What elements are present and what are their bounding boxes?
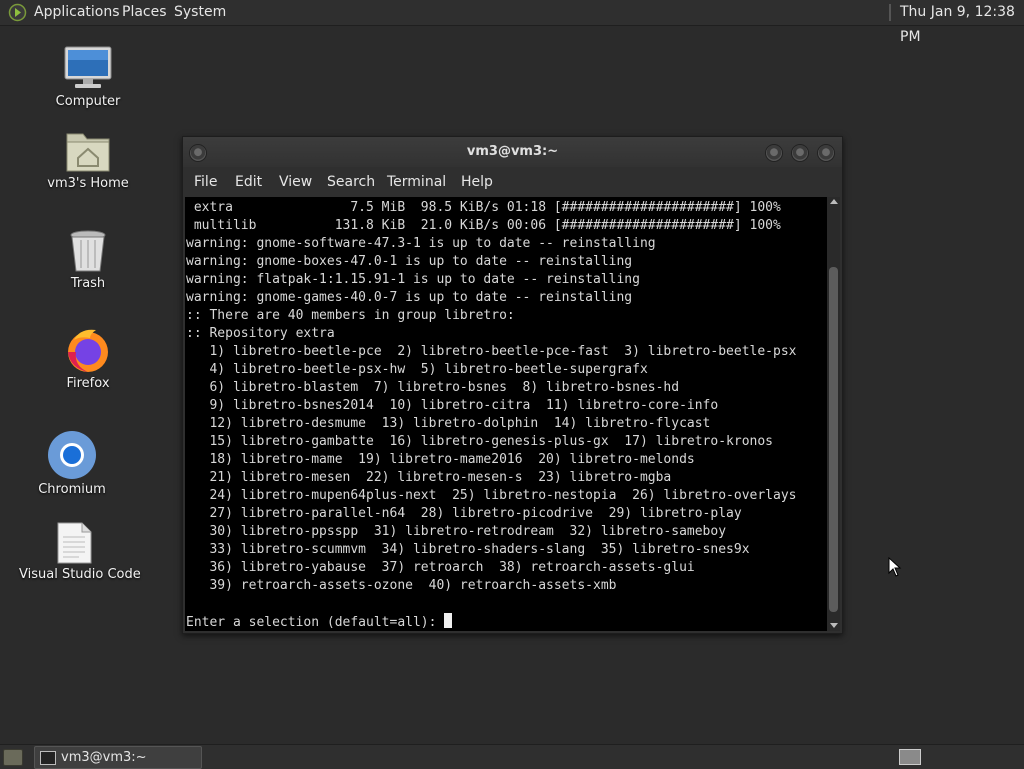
maximize-button[interactable]: [791, 144, 809, 162]
menu-help[interactable]: Help: [461, 167, 493, 197]
terminal-menubar: File Edit View Search Terminal Help: [183, 167, 842, 197]
workspace-switcher[interactable]: [899, 749, 921, 765]
terminal-line: 12) libretro-desmume 13) libretro-dolphi…: [209, 416, 711, 431]
applications-menu-icon[interactable]: [8, 3, 27, 22]
terminal-line: 21) libretro-mesen 22) libretro-mesen-s …: [209, 470, 672, 485]
window-titlebar[interactable]: vm3@vm3:~: [183, 137, 842, 167]
desktop-icon-trash[interactable]: Trash: [33, 228, 143, 291]
terminal-line: 36) libretro-yabause 37) retroarch 38) r…: [209, 560, 695, 575]
applications-menu[interactable]: Applications: [34, 0, 120, 25]
terminal-line: warning: gnome-software-47.3-1 is up to …: [186, 236, 656, 251]
terminal-line: warning: gnome-boxes-47.0-1 is up to dat…: [186, 254, 633, 269]
terminal-line: 1) libretro-beetle-pce 2) libretro-beetl…: [209, 344, 797, 359]
chromium-icon: [48, 431, 96, 479]
terminal-prompt: Enter a selection (default=all):: [186, 615, 445, 630]
desktop-icon-label: vm3's Home: [47, 176, 129, 191]
system-menu[interactable]: System: [174, 0, 226, 25]
menu-view[interactable]: View: [279, 167, 312, 197]
terminal-line: extra 7.5 MiB 98.5 KiB/s 01:18 [########…: [193, 200, 781, 215]
bottom-panel: vm3@vm3:~: [0, 744, 1024, 769]
scrollbar-thumb[interactable]: [829, 267, 838, 612]
terminal-line: 27) libretro-parallel-n64 28) libretro-p…: [209, 506, 742, 521]
terminal-line: :: There are 40 members in group libretr…: [186, 308, 515, 323]
terminal-lines: extra 7.5 MiB 98.5 KiB/s 01:18 [########…: [186, 200, 796, 593]
desktop-icon-label: Computer: [55, 94, 121, 109]
terminal-line: :: Repository extra: [186, 326, 335, 341]
minimize-button[interactable]: [765, 144, 783, 162]
scroll-down-arrow-icon[interactable]: [830, 623, 838, 628]
terminal-icon: [40, 751, 56, 765]
terminal-text: extra 7.5 MiB 98.5 KiB/s 01:18 [########…: [185, 197, 827, 631]
top-panel: Applications Places System Thu Jan 9, 12…: [0, 0, 1024, 45]
desktop-icon-label: Chromium: [38, 482, 106, 497]
scroll-up-arrow-icon[interactable]: [830, 199, 838, 204]
home-folder-icon: [66, 133, 110, 172]
terminal-window: vm3@vm3:~ File Edit View Search Terminal…: [182, 136, 843, 634]
mouse-pointer-icon: [888, 557, 902, 577]
taskbar-window-button[interactable]: vm3@vm3:~: [34, 746, 202, 769]
document-icon: [57, 522, 92, 564]
terminal-line: warning: gnome-games-40.0-7 is up to dat…: [186, 290, 633, 305]
desktop-icon-vscode[interactable]: Visual Studio Code: [19, 521, 141, 582]
terminal-line: 24) libretro-mupen64plus-next 25) libret…: [209, 488, 797, 503]
menu-search[interactable]: Search: [327, 167, 375, 197]
clock[interactable]: Thu Jan 9, 12:38 PM: [900, 0, 1024, 50]
menu-file[interactable]: File: [194, 167, 217, 197]
desktop-icon-firefox[interactable]: Firefox: [33, 326, 143, 391]
show-desktop-icon[interactable]: [3, 749, 23, 766]
menu-terminal[interactable]: Terminal: [387, 167, 446, 197]
desktop-icon-home[interactable]: vm3's Home: [33, 128, 143, 191]
window-title: vm3@vm3:~: [466, 144, 559, 159]
terminal-scrollbar[interactable]: [827, 197, 840, 631]
terminal-line: 33) libretro-scummvm 34) libretro-shader…: [209, 542, 750, 557]
computer-icon: [64, 46, 112, 88]
desktop-icon-label: Firefox: [66, 376, 110, 391]
terminal-line: 9) libretro-bsnes2014 10) libretro-citra…: [209, 398, 719, 413]
terminal-line: 39) retroarch-assets-ozone 40) retroarch…: [209, 578, 617, 593]
trash-icon: [70, 230, 106, 272]
close-button[interactable]: [817, 144, 835, 162]
desktop-icon-label: Visual Studio Code: [19, 567, 141, 582]
places-menu[interactable]: Places: [122, 0, 167, 25]
terminal-line: warning: flatpak-1:1.15.91-1 is up to da…: [186, 272, 640, 287]
terminal-line: multilib 131.8 KiB 21.0 KiB/s 00:06 [###…: [193, 218, 781, 233]
panel-separator: [889, 4, 891, 21]
text-cursor: [444, 613, 453, 628]
terminal-output[interactable]: extra 7.5 MiB 98.5 KiB/s 01:18 [########…: [185, 197, 827, 631]
terminal-line: 30) libretro-ppsspp 31) libretro-retrodr…: [209, 524, 727, 539]
desktop-icon-chromium[interactable]: Chromium: [17, 430, 127, 497]
desktop-icon-computer[interactable]: Computer: [33, 44, 143, 109]
menu-edit[interactable]: Edit: [235, 167, 262, 197]
terminal-line: 6) libretro-blastem 7) libretro-bsnes 8)…: [209, 380, 680, 395]
taskbar-window-label: vm3@vm3:~: [61, 750, 147, 765]
firefox-icon: [68, 329, 108, 372]
terminal-line: 18) libretro-mame 19) libretro-mame2016 …: [209, 452, 695, 467]
terminal-line: 15) libretro-gambatte 16) libretro-genes…: [209, 434, 773, 449]
desktop-icon-label: Trash: [70, 276, 106, 291]
terminal-line: 4) libretro-beetle-psx-hw 5) libretro-be…: [209, 362, 648, 377]
